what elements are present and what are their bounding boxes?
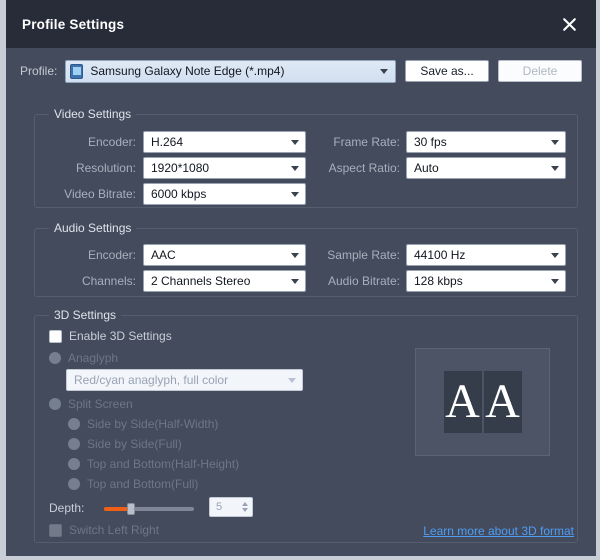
video-settings-title: Video Settings [49, 107, 136, 121]
depth-slider-handle[interactable] [127, 503, 135, 515]
three-d-settings-title: 3D Settings [49, 308, 121, 322]
video-encoder-value: H.264 [151, 135, 285, 149]
preview-pane-left: A [444, 371, 482, 433]
stepper-arrows-icon[interactable] [242, 502, 248, 512]
audio-encoder-value: AAC [151, 248, 285, 262]
audio-encoder-label: Encoder: [46, 248, 136, 262]
radio-icon [68, 478, 80, 490]
learn-more-3d-link[interactable]: Learn more about 3D format [423, 524, 574, 538]
chevron-down-icon [551, 253, 559, 258]
preview-pane-right: A [484, 371, 522, 433]
channels-label: Channels: [46, 274, 136, 288]
channels-dropdown[interactable]: 2 Channels Stereo [143, 270, 306, 292]
anaglyph-type-value: Red/cyan anaglyph, full color [74, 373, 282, 387]
chevron-down-icon [291, 192, 299, 197]
video-bitrate-value: 6000 kbps [151, 187, 285, 201]
split-option-top-bottom-full[interactable]: Top and Bottom(Full) [68, 477, 198, 491]
depth-stepper[interactable]: 5 [209, 497, 253, 517]
stepper-down-icon[interactable] [242, 508, 248, 512]
split-option-label: Side by Side(Full) [87, 437, 182, 451]
frame-rate-dropdown[interactable]: 30 fps [406, 131, 566, 153]
resolution-label: Resolution: [46, 161, 136, 175]
audio-encoder-dropdown[interactable]: AAC [143, 244, 306, 266]
split-option-label: Top and Bottom(Full) [87, 477, 198, 491]
delete-button[interactable]: Delete [498, 60, 582, 82]
enable-3d-label: Enable 3D Settings [69, 329, 172, 343]
profile-selected-value: Samsung Galaxy Note Edge (*.mp4) [90, 64, 374, 78]
checkbox-icon [49, 330, 62, 343]
profile-settings-window: Profile Settings Profile: Samsung Galaxy… [0, 0, 600, 560]
radio-icon [68, 418, 80, 430]
frame-rate-label: Frame Rate: [314, 135, 400, 149]
audio-bitrate-dropdown[interactable]: 128 kbps [406, 270, 566, 292]
chevron-down-icon [551, 166, 559, 171]
resolution-dropdown[interactable]: 1920*1080 [143, 157, 306, 179]
checkbox-icon [49, 524, 62, 537]
aspect-ratio-dropdown[interactable]: Auto [406, 157, 566, 179]
depth-slider[interactable] [104, 507, 194, 511]
depth-label: Depth: [49, 501, 84, 515]
depth-value: 5 [216, 501, 222, 513]
chevron-down-icon [551, 279, 559, 284]
window-titlebar: Profile Settings [6, 0, 596, 48]
three-d-preview: A A [415, 348, 550, 456]
radio-icon [68, 458, 80, 470]
switch-left-right-label: Switch Left Right [69, 523, 159, 537]
frame-rate-value: 30 fps [414, 135, 545, 149]
anaglyph-label: Anaglyph [68, 351, 118, 365]
page-title: Profile Settings [22, 17, 124, 32]
audio-bitrate-label: Audio Bitrate: [310, 274, 400, 288]
sample-rate-label: Sample Rate: [310, 248, 400, 262]
split-option-top-bottom-half-height[interactable]: Top and Bottom(Half-Height) [68, 457, 239, 471]
save-as-button[interactable]: Save as... [405, 60, 489, 82]
video-bitrate-label: Video Bitrate: [36, 187, 136, 201]
video-encoder-dropdown[interactable]: H.264 [143, 131, 306, 153]
split-screen-label: Split Screen [68, 397, 133, 411]
profile-dropdown[interactable]: Samsung Galaxy Note Edge (*.mp4) [65, 60, 396, 83]
split-option-side-by-side-full[interactable]: Side by Side(Full) [68, 437, 182, 451]
split-screen-radio[interactable]: Split Screen [49, 397, 133, 411]
chevron-down-icon [291, 279, 299, 284]
aspect-ratio-value: Auto [414, 161, 545, 175]
chevron-down-icon [291, 253, 299, 258]
aspect-ratio-label: Aspect Ratio: [314, 161, 400, 175]
phone-device-icon [70, 64, 83, 79]
radio-icon [49, 398, 61, 410]
resolution-value: 1920*1080 [151, 161, 285, 175]
anaglyph-type-dropdown[interactable]: Red/cyan anaglyph, full color [66, 369, 303, 391]
chevron-down-icon [288, 378, 296, 383]
profile-bar: Profile: Samsung Galaxy Note Edge (*.mp4… [6, 48, 596, 94]
chevron-down-icon [291, 166, 299, 171]
audio-bitrate-value: 128 kbps [414, 274, 545, 288]
radio-icon [68, 438, 80, 450]
channels-value: 2 Channels Stereo [151, 274, 285, 288]
audio-settings-title: Audio Settings [49, 221, 136, 235]
encoder-label: Encoder: [46, 135, 136, 149]
profile-label: Profile: [20, 64, 57, 78]
switch-left-right-checkbox[interactable]: Switch Left Right [49, 523, 159, 537]
split-option-label: Top and Bottom(Half-Height) [87, 457, 239, 471]
close-icon[interactable] [554, 9, 584, 39]
preview-letter: A [485, 378, 520, 426]
chevron-down-icon [380, 69, 388, 74]
video-bitrate-dropdown[interactable]: 6000 kbps [143, 183, 306, 205]
stepper-up-icon[interactable] [242, 502, 248, 506]
chevron-down-icon [291, 140, 299, 145]
preview-letter: A [445, 378, 480, 426]
radio-icon [49, 352, 61, 364]
enable-3d-checkbox[interactable]: Enable 3D Settings [49, 329, 172, 343]
split-option-label: Side by Side(Half-Width) [87, 417, 218, 431]
chevron-down-icon [551, 140, 559, 145]
split-option-side-by-side-half-width[interactable]: Side by Side(Half-Width) [68, 417, 218, 431]
sample-rate-value: 44100 Hz [414, 248, 545, 262]
anaglyph-radio[interactable]: Anaglyph [49, 351, 118, 365]
sample-rate-dropdown[interactable]: 44100 Hz [406, 244, 566, 266]
